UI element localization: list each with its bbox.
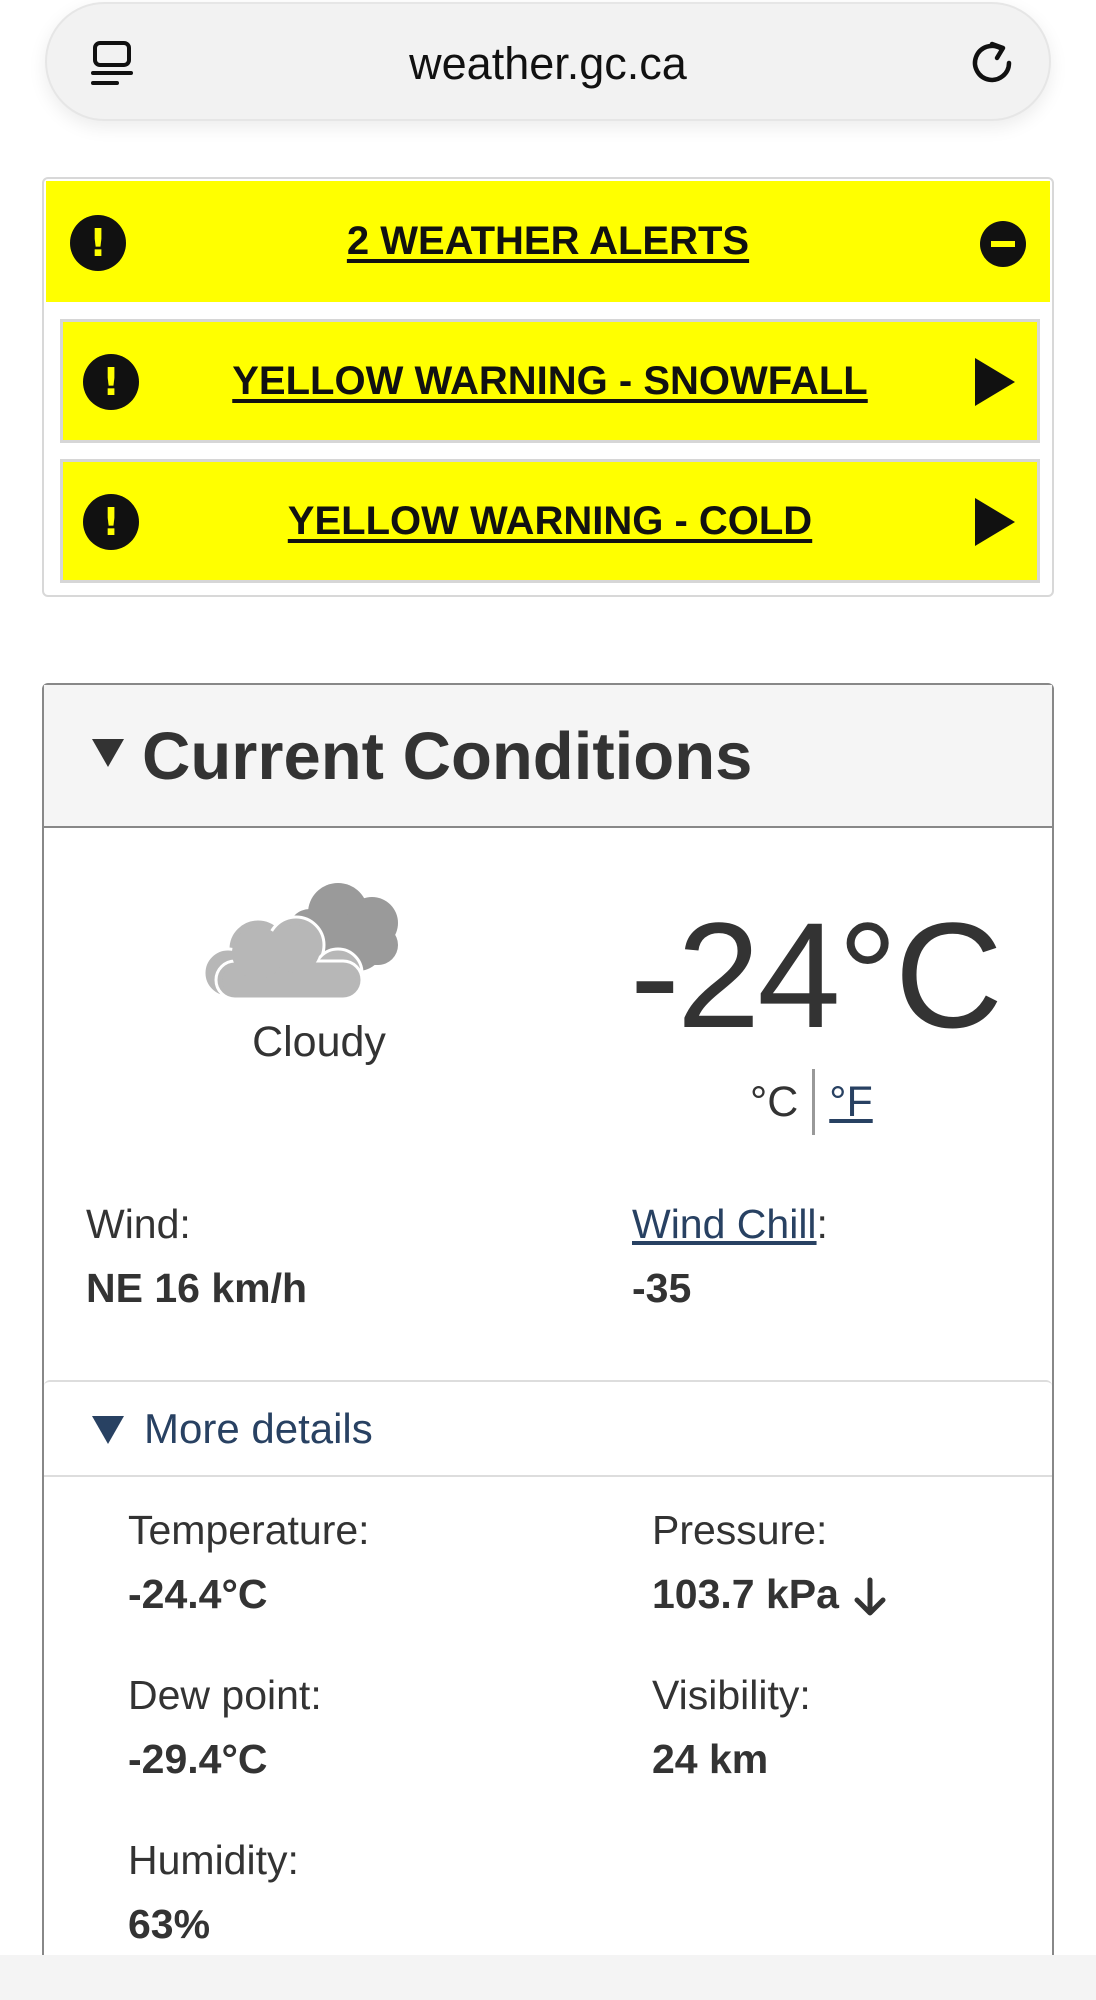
current-conditions-heading[interactable]: Current Conditions — [44, 685, 1052, 828]
alert-link[interactable]: YELLOW WARNING - COLD — [63, 462, 1037, 580]
pressure-value: 103.7 kPa — [652, 1571, 839, 1617]
dew-point-value: -29.4°C — [128, 1736, 268, 1782]
pressure-label: Pressure: — [652, 1507, 828, 1553]
arrow-down-icon — [854, 1577, 886, 1616]
alerts-header-title[interactable]: 2 WEATHER ALERTS — [46, 181, 1050, 302]
wind-value: NE 16 km/h — [86, 1265, 308, 1311]
more-details-toggle[interactable]: More details — [44, 1380, 1052, 1477]
unit-toggle: °C °F — [750, 1069, 873, 1135]
alert-item-snowfall[interactable]: ! YELLOW WARNING - SNOWFALL — [60, 319, 1040, 443]
wind-chill-link[interactable]: Wind Chill — [632, 1201, 817, 1247]
page: weather.gc.ca ! 2 WEATHER ALERTS ! YELLO… — [0, 0, 1096, 2000]
wind-label: Wind: — [86, 1201, 191, 1247]
play-arrow-icon[interactable] — [975, 358, 1015, 406]
humidity-label: Humidity: — [128, 1837, 299, 1883]
triangle-down-icon — [92, 1416, 124, 1444]
condition-text: Cloudy — [252, 1018, 386, 1066]
pressure-value-row: 103.7 kPa — [652, 1571, 891, 1618]
visibility-value: 24 km — [652, 1736, 769, 1782]
unit-celsius: °C — [750, 1069, 816, 1135]
current-temperature: -24°C — [629, 891, 1003, 1059]
humidity-value: 63% — [128, 1901, 211, 1947]
address-bar[interactable]: weather.gc.ca — [45, 2, 1051, 121]
current-conditions-panel: Current Conditions Cloudy -24°C °C °F Wi… — [42, 683, 1054, 2000]
unit-fahrenheit-link[interactable]: °F — [815, 1069, 872, 1135]
wind-chill-value: -35 — [632, 1265, 692, 1311]
more-details-label[interactable]: More details — [144, 1382, 373, 1475]
dew-point-label: Dew point: — [128, 1672, 322, 1718]
reload-icon[interactable] — [965, 36, 1019, 90]
wind-chill-colon: : — [816, 1201, 828, 1247]
temperature-value: -24.4°C — [128, 1571, 268, 1617]
cloud-icon — [202, 883, 398, 1001]
temperature-label: Temperature: — [128, 1507, 370, 1553]
browser-bottom-bar — [0, 1955, 1096, 2000]
alert-item-cold[interactable]: ! YELLOW WARNING - COLD — [60, 459, 1040, 583]
play-arrow-icon[interactable] — [975, 498, 1015, 546]
weather-alerts-panel: ! 2 WEATHER ALERTS ! YELLOW WARNING - SN… — [42, 177, 1054, 597]
url-text[interactable]: weather.gc.ca — [47, 4, 1049, 123]
minus-circle-icon[interactable] — [980, 221, 1026, 267]
alerts-header[interactable]: ! 2 WEATHER ALERTS — [46, 181, 1050, 302]
wind-chill-label: Wind Chill: — [632, 1201, 828, 1248]
alert-link[interactable]: YELLOW WARNING - SNOWFALL — [63, 322, 1037, 440]
caret-down-icon — [92, 739, 124, 767]
panel-title: Current Conditions — [142, 719, 753, 794]
visibility-label: Visibility: — [652, 1672, 811, 1718]
